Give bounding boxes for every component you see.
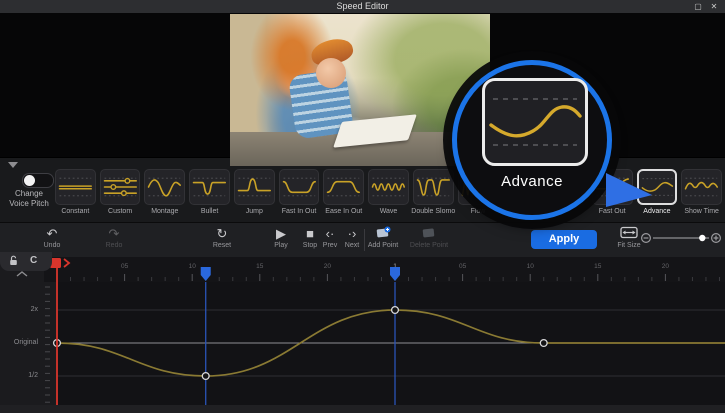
zoom-slider[interactable]	[640, 232, 722, 244]
preset-thumbnail	[55, 169, 96, 205]
preset-label: Fast In Out	[282, 208, 317, 215]
undo-button[interactable]: ↶ Undo	[30, 226, 74, 249]
axis-collapse-icon[interactable]	[14, 270, 30, 278]
face-graphic	[316, 58, 346, 88]
undo-icon: ↶	[30, 226, 74, 241]
preset-thumbnail	[100, 169, 141, 205]
preset-thumbnail	[413, 169, 454, 205]
delete-point-button[interactable]: Delete Point	[407, 226, 451, 249]
preset-montage[interactable]: Montage	[144, 169, 185, 215]
slider-knob[interactable]	[699, 235, 705, 241]
curve-anchor-point[interactable]	[392, 307, 399, 314]
magnifier-label: Advance	[457, 173, 607, 190]
preset-thumbnail	[681, 169, 722, 205]
redo-button[interactable]: ↷ Redo	[92, 226, 136, 249]
reset-icon: ↻	[200, 226, 244, 241]
window-title: Speed Editor	[0, 1, 725, 11]
ruler-label: 20	[662, 263, 670, 270]
ruler-label: 20	[324, 263, 332, 270]
preset-jump[interactable]: Jump	[234, 169, 275, 215]
preset-thumbnail	[323, 169, 364, 205]
magnified-advance-tile	[482, 78, 588, 166]
reset-button[interactable]: ↻ Reset	[200, 226, 244, 249]
preset-double-slomo[interactable]: Double Slomo	[413, 169, 454, 215]
voice-pitch-label-line2: Voice Pitch	[0, 199, 58, 209]
maximize-button[interactable]: ▢	[691, 0, 705, 13]
preset-show-time[interactable]: Show Time	[681, 169, 722, 215]
preset-thumbnail	[368, 169, 409, 205]
preset-label: Fast Out	[599, 208, 626, 215]
preset-label: Double Slomo	[411, 208, 455, 215]
preset-label: Jump	[246, 208, 263, 215]
video-preview	[230, 14, 490, 166]
redo-icon: ↷	[92, 226, 136, 241]
preset-ease-in-out[interactable]: Ease In Out	[323, 169, 364, 215]
add-point-icon	[361, 226, 405, 241]
preset-constant[interactable]: Constant	[55, 169, 96, 215]
preset-thumbnail	[144, 169, 185, 205]
preset-bullet[interactable]: Bullet	[189, 169, 230, 215]
change-voice-pitch-toggle[interactable]	[22, 173, 54, 188]
apply-button[interactable]: Apply	[531, 230, 597, 249]
delete-point-icon	[407, 226, 451, 241]
advance-curve-large	[485, 81, 585, 163]
voice-pitch-label-line1: Change	[0, 189, 58, 199]
preset-wave[interactable]: Wave	[368, 169, 409, 215]
snap-icon[interactable]: C	[30, 255, 37, 267]
magnifier-pointer-triangle	[606, 172, 652, 208]
ruler-label: 05	[459, 263, 467, 270]
preset-label: Constant	[61, 208, 89, 215]
toggle-knob	[24, 175, 35, 186]
speed-editor-window: Speed Editor ▢ ✕ Change Voice Pitch Cons…	[0, 0, 725, 413]
preset-label: Montage	[151, 208, 178, 215]
ruler-label: 05	[121, 263, 129, 270]
preset-fast-in-out[interactable]: Fast In Out	[279, 169, 320, 215]
bottom-strip	[0, 405, 725, 413]
ruler-label: 15	[594, 263, 602, 270]
preset-thumbnail	[189, 169, 230, 205]
preset-label: Wave	[380, 208, 398, 215]
preset-magnifier-circle: Advance	[452, 60, 612, 220]
collapse-arrow-icon[interactable]	[8, 162, 18, 168]
speed-graph[interactable]: 05101520105101520	[0, 256, 725, 405]
preset-thumbnail	[279, 169, 320, 205]
curve-anchor-point[interactable]	[540, 340, 547, 347]
curve-anchor-point[interactable]	[202, 373, 209, 380]
toolbar: ↶ Undo ↷ Redo ↻ Reset ▶ Play ■ Stop ‹· P…	[0, 222, 725, 257]
close-button[interactable]: ✕	[707, 0, 721, 13]
preset-thumbnail	[234, 169, 275, 205]
preset-label: Show Time	[684, 208, 719, 215]
preset-custom[interactable]: Custom	[100, 169, 141, 215]
preset-label: Ease In Out	[325, 208, 362, 215]
preset-label: Custom	[108, 208, 132, 215]
preset-label: Flow	[471, 208, 486, 215]
ruler-label: 15	[256, 263, 264, 270]
preset-label: Advance	[643, 208, 670, 215]
add-point-button[interactable]: Add Point	[361, 226, 405, 249]
title-bar: Speed Editor ▢ ✕	[0, 0, 725, 14]
ruler-label: 10	[527, 263, 535, 270]
ruler-label: 10	[189, 263, 197, 270]
preset-label: Bullet	[201, 208, 219, 215]
lock-icon[interactable]	[9, 255, 18, 270]
timeline-tools-tab: C	[0, 252, 52, 271]
voice-pitch-label: Change Voice Pitch	[0, 189, 58, 209]
